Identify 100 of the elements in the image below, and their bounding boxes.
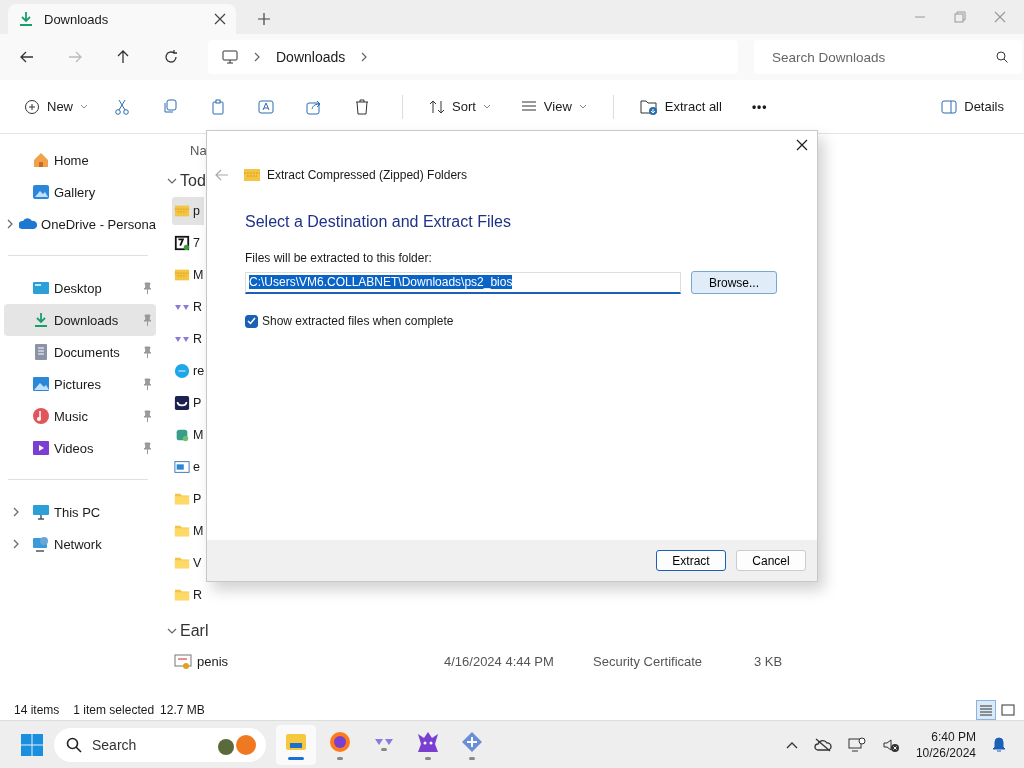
panel-icon [941, 99, 958, 114]
file-row[interactable]: M [172, 517, 204, 545]
copy-icon[interactable] [162, 98, 178, 115]
pin-icon [142, 410, 152, 422]
tiles-icon [1001, 703, 1015, 717]
download-icon [18, 11, 34, 27]
file-row[interactable]: V [172, 549, 204, 577]
dialog-button[interactable]: Cancel [736, 550, 806, 571]
path-field[interactable]: C:\Users\VM6.COLLABNET\Downloads\ps2_bios [245, 271, 681, 294]
network-icon[interactable] [847, 736, 866, 753]
file-row[interactable]: R [172, 581, 204, 609]
close-icon[interactable] [796, 139, 808, 151]
scissors-icon[interactable] [114, 98, 130, 115]
file-row[interactable]: R [172, 325, 204, 353]
taskbar-search-field[interactable]: Search [54, 727, 266, 762]
more-button[interactable]: ••• [747, 90, 772, 123]
windows-logo-icon[interactable] [20, 732, 44, 757]
folder-extract-icon [639, 98, 658, 115]
nav-item[interactable]: Gallery [4, 176, 156, 208]
pictures-icon [32, 375, 50, 393]
group-header[interactable]: Tod [180, 172, 206, 190]
column-header[interactable]: Na [190, 135, 207, 165]
clock[interactable]: 6:40 PM 10/26/2024 [915, 729, 976, 760]
arrows-icon [175, 336, 189, 342]
selection-size: 12.7 MB [160, 703, 205, 717]
folder-icon [174, 555, 190, 571]
file-row[interactable]: R [172, 293, 204, 321]
refresh-icon[interactable] [164, 50, 178, 64]
nav-item[interactable]: Pictures [4, 368, 156, 400]
file-row[interactable]: p [172, 197, 204, 225]
file-row[interactable]: M [172, 261, 204, 289]
chevron-icon[interactable] [11, 506, 21, 518]
speaker-muted-icon[interactable] [881, 736, 900, 753]
app-icon [174, 235, 190, 251]
nav-item[interactable]: Music [4, 400, 156, 432]
up-arrow-icon[interactable] [116, 50, 130, 64]
file-row[interactable]: P [172, 485, 204, 513]
plus-circle-icon [24, 98, 40, 115]
nav-item[interactable]: Home [4, 144, 156, 176]
nav-item[interactable]: OneDrive - Persona [4, 208, 156, 240]
monitor-icon [32, 503, 50, 521]
clipboard-icon[interactable] [210, 98, 226, 115]
bell-icon[interactable] [992, 736, 1006, 753]
file-row[interactable]: 7 [172, 229, 204, 257]
nav-item[interactable]: This PC [4, 496, 156, 528]
item-count: 14 items [14, 703, 60, 717]
rename-icon[interactable] [258, 98, 274, 115]
document-icon [32, 343, 50, 361]
back-arrow-icon[interactable] [20, 50, 34, 64]
dialog-button[interactable]: Extract [656, 550, 726, 571]
menu-button[interactable]: Sort [425, 90, 495, 123]
breadcrumb-item[interactable]: Downloads [276, 49, 346, 65]
chevron-icon [252, 51, 262, 63]
tab[interactable]: Downloads [8, 4, 236, 34]
group-header[interactable]: Earl [180, 622, 209, 640]
search-field[interactable]: Search Downloads [754, 40, 1022, 74]
pin-icon [142, 378, 152, 390]
close-icon[interactable] [214, 13, 226, 25]
app-icon [174, 427, 190, 443]
nav-item[interactable]: Downloads [4, 304, 156, 336]
menu-button[interactable]: View [516, 90, 591, 123]
chevron-up-icon[interactable] [785, 740, 798, 749]
arrows-icon [175, 304, 189, 310]
nav-item[interactable]: Videos [4, 432, 156, 464]
arrows-icon [375, 738, 393, 745]
share-icon[interactable] [306, 98, 322, 115]
trash-icon[interactable] [354, 98, 370, 115]
list-icon [979, 703, 993, 717]
check-icon [247, 317, 256, 325]
folder-icon [174, 587, 190, 603]
nav-item[interactable]: Documents [4, 336, 156, 368]
dialog-title: Extract Compressed (Zipped) Folders [267, 168, 468, 182]
circle-app-icon [174, 363, 190, 379]
details-button[interactable]: Details [937, 90, 1008, 123]
cloud-off-icon[interactable] [813, 737, 832, 752]
gallery-icon [32, 183, 50, 201]
music-icon [32, 407, 50, 425]
app-icon [174, 395, 190, 411]
zip-folder-icon [243, 167, 261, 183]
certificate-icon [174, 652, 192, 670]
checkbox[interactable] [245, 314, 258, 328]
sort-arrows-icon [429, 98, 445, 115]
file-row[interactable]: M [172, 421, 204, 449]
pin-icon [142, 314, 152, 326]
extract-all-button[interactable]: Extract all [635, 90, 726, 123]
view-toggle[interactable] [976, 700, 996, 720]
zip-folder-icon [174, 267, 190, 283]
browse-button[interactable]: Browse... [691, 271, 777, 294]
nav-item[interactable]: Desktop [4, 272, 156, 304]
file-row[interactable]: e [172, 453, 204, 481]
nav-item[interactable]: Network [4, 528, 156, 560]
file-row[interactable]: P [172, 389, 204, 417]
file-row[interactable]: re [172, 357, 204, 385]
new-tab-icon[interactable] [258, 13, 270, 25]
selection-count: 1 item selected [73, 703, 155, 717]
menu-button[interactable]: New [20, 90, 92, 123]
file-row[interactable]: penis 4/16/2024 4:44 PM Security Certificate 3 KB [172, 647, 802, 675]
window-icon [174, 459, 190, 475]
taskbar-app[interactable] [276, 724, 316, 765]
chevron-icon[interactable] [11, 538, 21, 550]
